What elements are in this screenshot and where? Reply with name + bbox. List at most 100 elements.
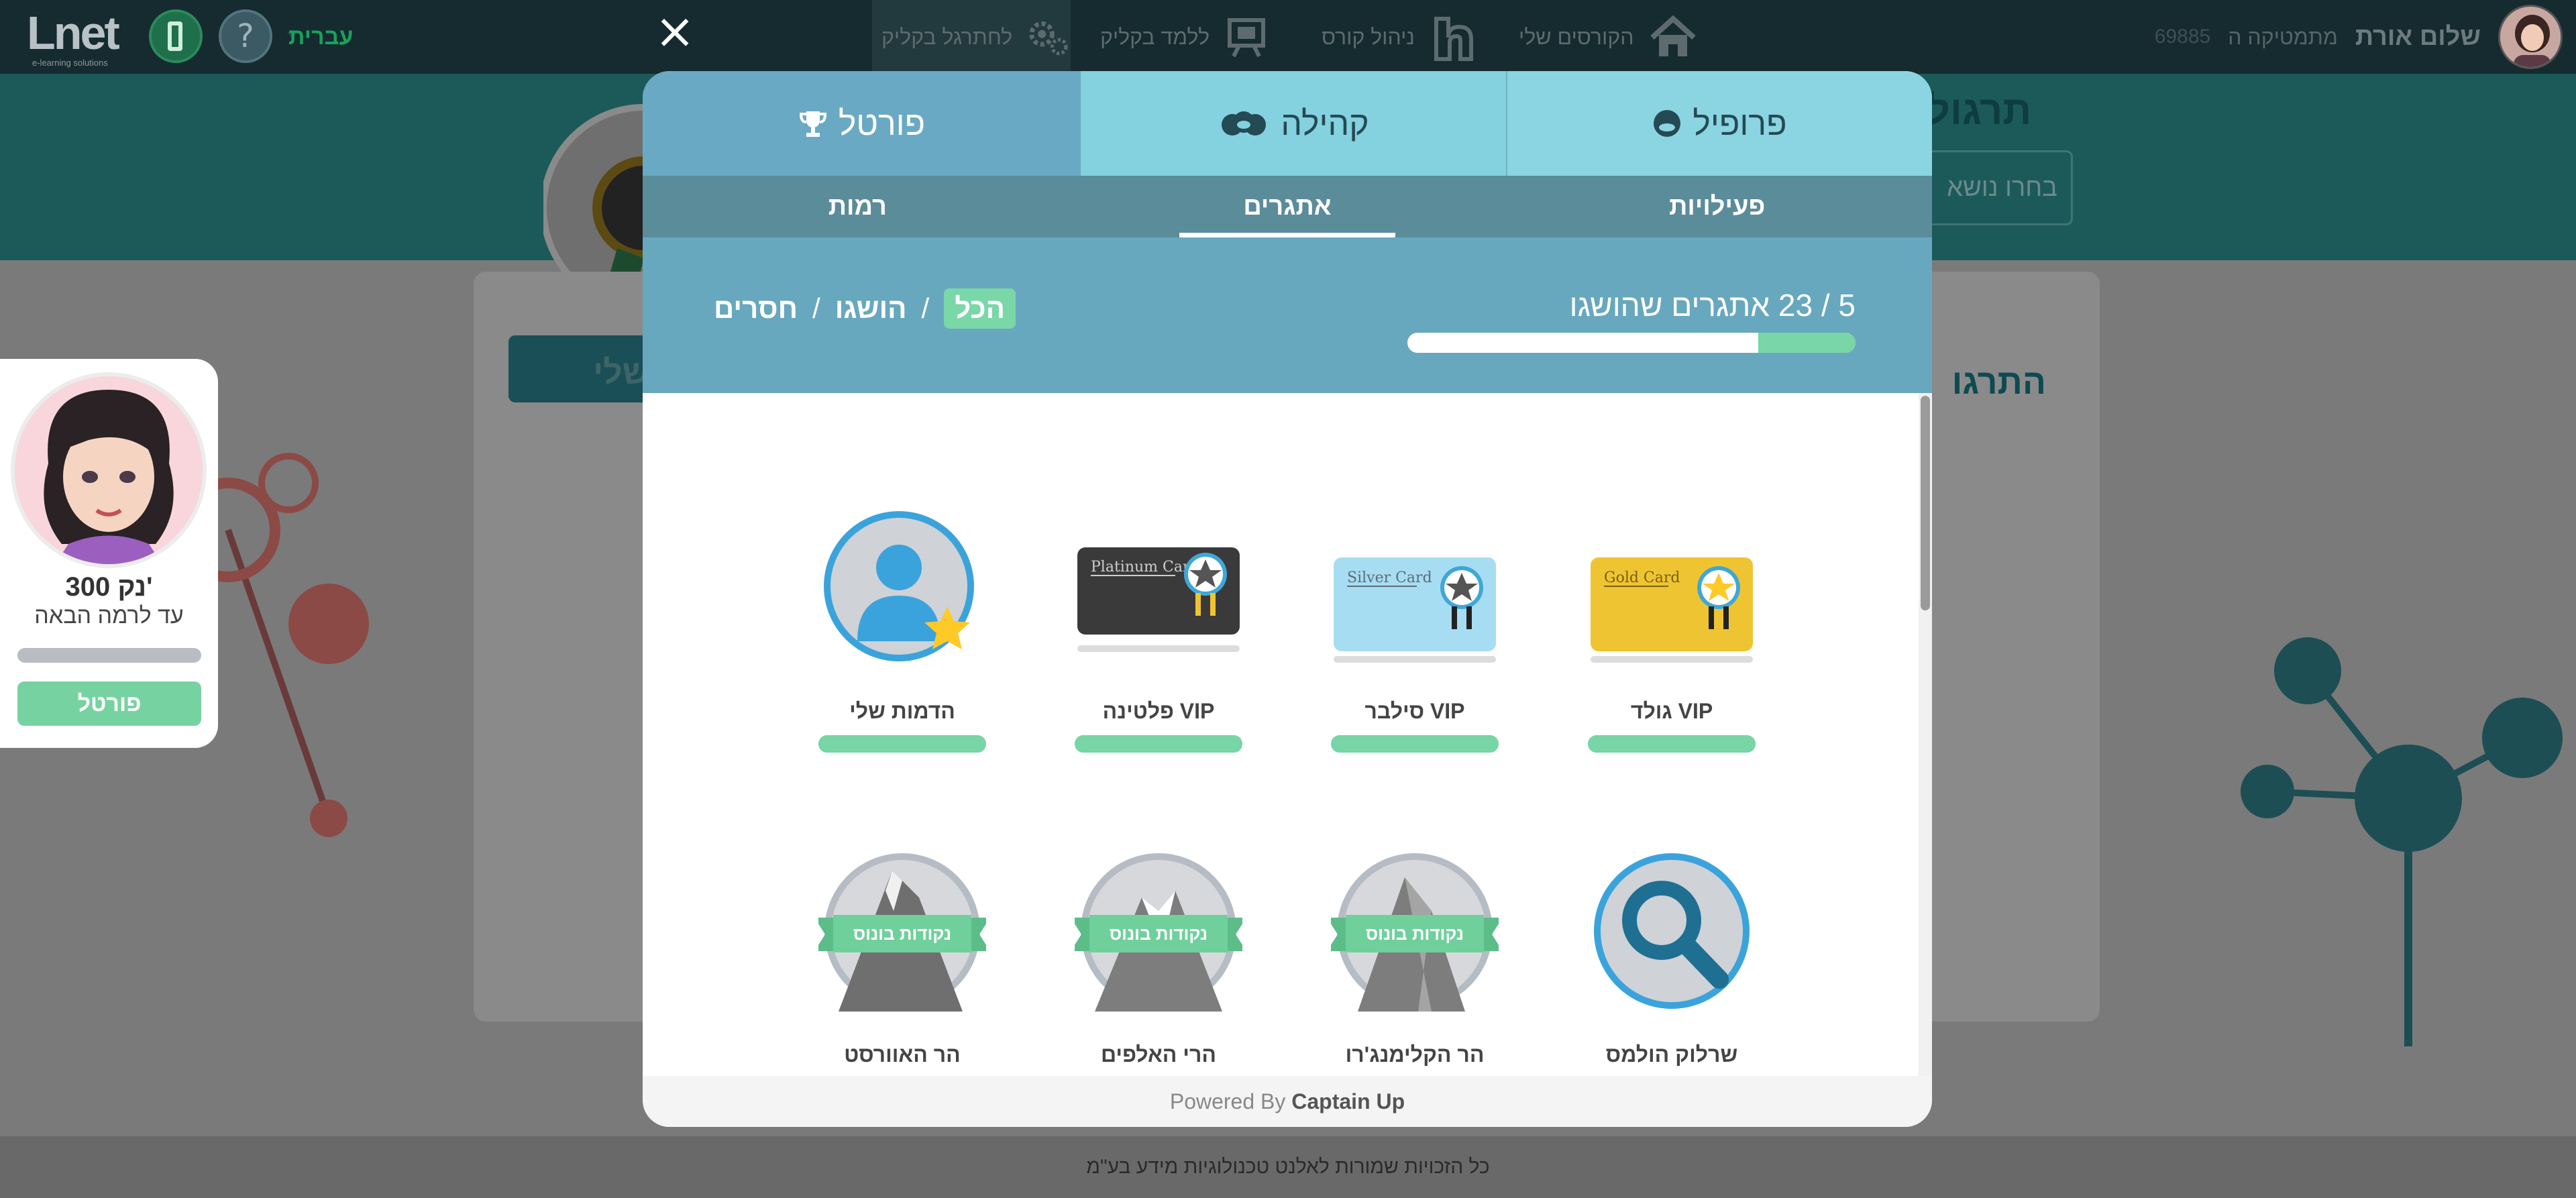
badge-name: VIP סילבר [1364, 699, 1465, 723]
magnifier-icon [1594, 853, 1750, 1009]
trophy-icon [799, 111, 826, 137]
mountain-ribbon-icon: נקודות בונוס [818, 853, 986, 1012]
tab-portal-label: פורטל [838, 105, 926, 142]
widget-next-level-label: עד לרמה הבאה [34, 603, 184, 629]
modal-main-tabs: פורטל קהילה פרופיל [643, 71, 1932, 176]
badge-progress-fill [1588, 735, 1756, 753]
badge-vip-gold[interactable]: Gold Card VIP גולד [1588, 507, 1756, 775]
language-selector[interactable]: עברית [288, 24, 353, 50]
lnet-logo[interactable]: Lnet e-learning solutions [27, 7, 134, 68]
badge-name: VIP גולד [1630, 699, 1713, 723]
badges-progress-text: 5 / 23 אתגרים שהושגו [1569, 288, 1856, 323]
tab-community-label: קהילה [1281, 105, 1369, 142]
book-app-icon[interactable] [149, 9, 203, 63]
background-practice-tab: התרגו [1925, 349, 2059, 429]
badge-name: VIP פלטינה [1102, 699, 1215, 723]
widget-points: 300 נק' [65, 572, 153, 602]
badges-grid: Gold Card VIP גולד Silver Card VIP סילבר [643, 393, 1932, 1096]
tab-profile[interactable]: פרופיל [1506, 71, 1932, 176]
badge-my-avatar[interactable]: הדמות שלי [818, 507, 986, 775]
user-points: 69885 [2154, 25, 2211, 48]
silver-card-icon: Silver Card [1334, 557, 1496, 663]
portal-modal: פורטל קהילה פרופיל רמות אתגרים פעילויות … [643, 71, 1932, 1127]
powered-by-label: Powered By [1169, 1089, 1286, 1113]
badges-summary: חסרים / הושגו / הכל 5 / 23 אתגרים שהושגו [643, 237, 1932, 393]
logo-text: Lnet [27, 7, 120, 59]
widget-portal-button[interactable]: פורטל [17, 682, 201, 726]
filter-all[interactable]: הכל [944, 288, 1016, 329]
mountain-ribbon-icon: נקודות בונוס [1075, 853, 1242, 1012]
badge-progress-bar [1331, 735, 1499, 753]
tab-community[interactable]: קהילה [1081, 71, 1506, 176]
badge-name: הר האוורסט [844, 1042, 961, 1067]
user-name[interactable]: שלום אורת [2355, 23, 2481, 52]
badge-name: הדמות שלי [849, 699, 955, 723]
nav-my-courses[interactable]: הקורסים שלי [1519, 0, 1707, 74]
user-avatar[interactable] [2498, 5, 2563, 69]
subtab-badges[interactable]: אתגרים [1073, 176, 1503, 237]
subtab-activities[interactable]: פעילויות [1502, 176, 1932, 237]
logo-subtitle: e-learning solutions [32, 58, 108, 68]
user-info: 69885 מתמטיקה ה שלום אורת [2155, 0, 2563, 74]
badge-name: הרי האלפים [1101, 1042, 1216, 1067]
card-text: Gold Card [1604, 569, 1680, 586]
platinum-card-icon: Platinum Card [1077, 547, 1240, 652]
user-role: מתמטיקה ה [2228, 24, 2338, 49]
badge-progress-bar [818, 735, 986, 753]
course-logo-icon [1434, 17, 1473, 61]
avatar-star-icon [824, 511, 974, 661]
badge-progress-fill [1075, 735, 1242, 753]
nav-teach-in-click[interactable]: ללמד בקליק [1100, 0, 1275, 74]
background-my-tab-label: שלי [593, 353, 649, 391]
home-icon [1650, 15, 1697, 56]
tab-portal[interactable]: פורטל [643, 71, 1081, 176]
ribbon-text: נקודות בונוס [1366, 924, 1464, 944]
modal-sub-tabs: רמות אתגרים פעילויות [643, 176, 1932, 237]
badge-progress-bar [1075, 735, 1242, 753]
top-navigation-bar: Lnet e-learning solutions ? עברית לחתרגל… [0, 0, 2576, 74]
svg-text:?: ? [237, 17, 254, 55]
widget-avatar[interactable] [11, 372, 207, 568]
badge-vip-platinum[interactable]: Platinum Card VIP פלטינה [1075, 507, 1242, 775]
profile-face-icon [1654, 110, 1681, 137]
ribbon-text: נקודות בונוס [853, 924, 951, 944]
badge-filters: חסרים / הושגו / הכל [714, 288, 1016, 329]
background-topic-select: בחרו נושא [1919, 150, 2073, 225]
filter-missing[interactable]: חסרים [714, 292, 798, 325]
filter-achieved[interactable]: הושגו [835, 292, 907, 325]
badges-progress-bar [1407, 333, 1856, 353]
badge-vip-silver[interactable]: Silver Card VIP סילבר [1331, 507, 1499, 775]
badges-progress-fill [1758, 333, 1856, 353]
community-icon [1222, 111, 1267, 135]
badge-name: שרלוק הולמס [1605, 1042, 1738, 1067]
nav-label: הקורסים שלי [1519, 24, 1634, 49]
ribbon-text: נקודות בונוס [1110, 924, 1208, 944]
mountain-ribbon-icon: נקודות בונוס [1331, 853, 1499, 1012]
background-footer-copyright: כל הזכויות שמורות לאלנט טכנולוגיות מידע … [0, 1136, 2576, 1198]
nav-label: ללמד בקליק [1100, 24, 1210, 49]
badge-progress-bar [1588, 735, 1756, 753]
badges-scrollbar[interactable] [1919, 393, 1932, 1076]
scrollbar-thumb[interactable] [1921, 396, 1930, 610]
tab-profile-label: פרופיל [1693, 105, 1787, 142]
badge-name: הר הקלימנג'רו [1345, 1042, 1485, 1067]
presentation-board-icon [1228, 18, 1266, 58]
filter-separator: / [921, 292, 930, 324]
subtab-levels[interactable]: רמות [643, 176, 1073, 237]
help-icon[interactable]: ? [219, 9, 272, 63]
nav-course-management[interactable]: ניהול קורס [1322, 0, 1489, 74]
nav-practice-in-click[interactable]: לחתרגל בקליק [872, 0, 1071, 74]
gears-icon [1029, 21, 1068, 56]
badge-progress-fill [1331, 735, 1499, 753]
powered-by-footer: Powered By Captain Up [643, 1076, 1932, 1127]
widget-level-progress-bar [17, 648, 201, 663]
gold-card-icon: Gold Card [1591, 557, 1753, 663]
modal-close-button[interactable]: × [649, 5, 700, 56]
nav-label: ניהול קורס [1322, 24, 1415, 49]
card-text: Platinum Card [1091, 559, 1199, 576]
card-text: Silver Card [1347, 569, 1432, 586]
nav-label: לחתרגל בקליק [881, 24, 1013, 49]
badge-progress-fill [818, 735, 986, 753]
powered-by-brand[interactable]: Captain Up [1291, 1089, 1405, 1113]
background-decoration-right-icon [2234, 631, 2576, 1046]
